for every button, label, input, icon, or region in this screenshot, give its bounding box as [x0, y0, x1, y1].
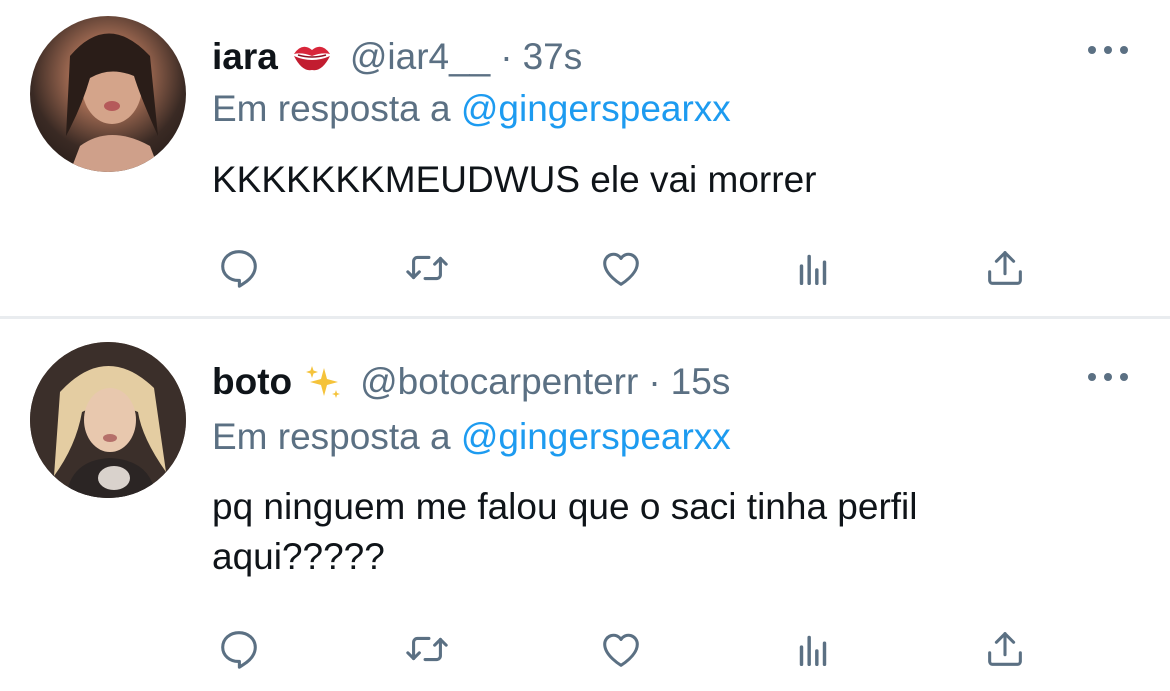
analytics-icon[interactable]: [788, 243, 838, 293]
avatar[interactable]: [30, 16, 186, 172]
more-options-icon[interactable]: [1088, 367, 1128, 387]
reply-icon[interactable]: [214, 624, 264, 674]
display-name[interactable]: boto: [212, 361, 292, 403]
sparkles-emoji-icon: [304, 362, 344, 402]
reply-mention-link[interactable]: @gingerspearxx: [461, 416, 731, 457]
reply-context: Em resposta a @gingerspearxx: [212, 416, 731, 458]
tweet-actions: [0, 243, 1170, 293]
tweet[interactable]: iara @iar4__ · 37s Em resposta a @ginger…: [0, 0, 1170, 317]
tweet-actions: [0, 624, 1170, 674]
more-options-icon[interactable]: [1088, 40, 1128, 60]
like-icon[interactable]: [596, 243, 646, 293]
user-handle[interactable]: @botocarpenterr: [360, 361, 638, 403]
reply-context: Em resposta a @gingerspearxx: [212, 88, 731, 130]
separator-dot: ·: [648, 361, 661, 402]
tweet[interactable]: boto @botocarpenterr · 15s Em resposta a…: [0, 319, 1170, 691]
share-icon[interactable]: [980, 624, 1030, 674]
analytics-icon[interactable]: [788, 624, 838, 674]
separator-dot: ·: [500, 36, 513, 77]
tweet-text: KKKKKKKMEUDWUS ele vai morrer: [212, 159, 817, 200]
tweet-header: boto @botocarpenterr · 15s: [212, 357, 730, 407]
display-name[interactable]: iara: [212, 36, 278, 78]
timestamp[interactable]: 15s: [671, 361, 731, 403]
reply-prefix: Em resposta a: [212, 88, 451, 129]
retweet-icon[interactable]: [402, 624, 452, 674]
tweet-text: pq ninguem me falou que o saci tinha per…: [212, 486, 918, 577]
reply-prefix: Em resposta a: [212, 416, 451, 457]
tweet-header: iara @iar4__ · 37s: [212, 32, 582, 82]
timestamp[interactable]: 37s: [523, 36, 583, 78]
kiss-emoji-icon: [290, 40, 334, 74]
avatar[interactable]: [30, 342, 186, 498]
like-icon[interactable]: [596, 624, 646, 674]
reply-mention-link[interactable]: @gingerspearxx: [461, 88, 731, 129]
share-icon[interactable]: [980, 243, 1030, 293]
user-handle[interactable]: @iar4__: [350, 36, 490, 78]
retweet-icon[interactable]: [402, 243, 452, 293]
reply-icon[interactable]: [214, 243, 264, 293]
